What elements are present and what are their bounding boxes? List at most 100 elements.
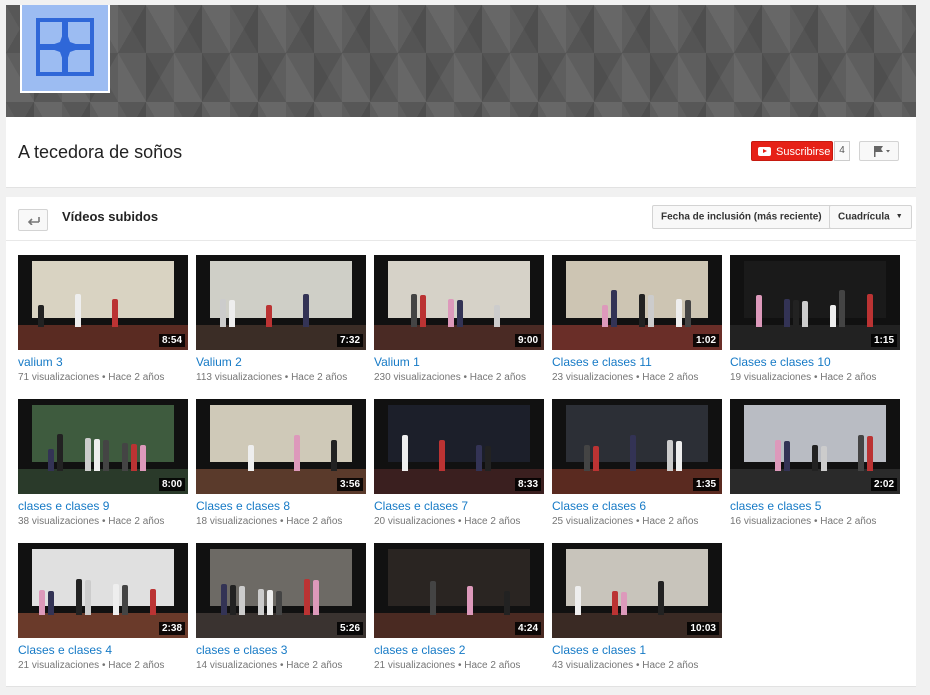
video-title[interactable]: Clases e clases 4: [18, 643, 188, 657]
stage-figure: [812, 445, 818, 472]
meta-separator: •: [457, 516, 462, 527]
stage-figure: [775, 440, 781, 472]
video-thumbnail[interactable]: 8:33: [374, 399, 544, 494]
stage-figure: [476, 445, 482, 472]
video-title[interactable]: valium 3: [18, 355, 188, 369]
sort-dropdown[interactable]: Fecha de inclusión (más reciente)▼: [652, 205, 844, 229]
stage-figure: [685, 300, 691, 328]
upload-age: Hace 2 años: [108, 516, 165, 527]
stage-figure: [658, 581, 664, 616]
view-dropdown[interactable]: Cuadrícula ▼: [829, 205, 912, 229]
video-title[interactable]: Clases e clases 8: [196, 499, 366, 513]
video-thumbnail[interactable]: 2:38: [18, 543, 188, 638]
video-title[interactable]: Valium 1: [374, 355, 544, 369]
video-item[interactable]: 2:02 clases e clases 5 16 visualizacione…: [730, 399, 900, 528]
video-title[interactable]: clases e clases 5: [730, 499, 900, 513]
video-meta: 16 visualizaciones • Hace 2 años: [730, 515, 900, 528]
video-meta: 21 visualizaciones • Hace 2 años: [18, 659, 188, 672]
meta-separator: •: [635, 516, 640, 527]
flag-button[interactable]: [859, 141, 899, 161]
video-thumbnail[interactable]: 1:02: [552, 255, 722, 350]
back-button[interactable]: [18, 209, 48, 231]
stage-figure: [676, 441, 682, 472]
stage-figure: [313, 580, 319, 616]
video-duration: 8:00: [158, 478, 185, 491]
view-count: 20 visualizaciones: [374, 516, 456, 527]
stage-figure: [39, 590, 45, 616]
video-item[interactable]: 9:00 Valium 1 230 visualizaciones • Hace…: [374, 255, 544, 384]
video-item[interactable]: 4:24 clases e clases 2 21 visualizacione…: [374, 543, 544, 672]
video-item[interactable]: 10:03 Clases e clases 1 43 visualizacion…: [552, 543, 722, 672]
video-thumbnail[interactable]: 1:15: [730, 255, 900, 350]
video-thumbnail[interactable]: 9:00: [374, 255, 544, 350]
upload-age: Hace 2 años: [642, 516, 699, 527]
channel-logo-icon: [36, 18, 94, 76]
stage-figure: [94, 439, 100, 472]
video-title[interactable]: Clases e clases 11: [552, 355, 722, 369]
video-title[interactable]: clases e clases 3: [196, 643, 366, 657]
stage-backdrop: [565, 548, 709, 606]
stage-figure: [494, 305, 500, 328]
video-title[interactable]: Valium 2: [196, 355, 366, 369]
video-thumbnail[interactable]: 4:24: [374, 543, 544, 638]
video-meta: 230 visualizaciones • Hace 2 años: [374, 371, 544, 384]
channel-title[interactable]: A tecedora de soños: [18, 142, 182, 163]
view-count: 25 visualizaciones: [552, 516, 634, 527]
view-count: 38 visualizaciones: [18, 516, 100, 527]
stage-backdrop: [387, 404, 531, 462]
video-item[interactable]: 1:02 Clases e clases 11 23 visualizacion…: [552, 255, 722, 384]
upload-age: Hace 2 años: [642, 660, 699, 671]
view-count: 16 visualizaciones: [730, 516, 812, 527]
video-thumbnail[interactable]: 7:32: [196, 255, 366, 350]
video-item[interactable]: 8:54 valium 3 71 visualizaciones • Hace …: [18, 255, 188, 384]
stage-figure: [103, 440, 109, 472]
video-thumbnail[interactable]: 8:54: [18, 255, 188, 350]
video-item[interactable]: 1:15 Clases e clases 10 19 visualizacion…: [730, 255, 900, 384]
video-meta: 113 visualizaciones • Hace 2 años: [196, 371, 366, 384]
stage-figure: [439, 440, 445, 472]
video-title[interactable]: Clases e clases 1: [552, 643, 722, 657]
video-duration: 1:02: [692, 334, 719, 347]
video-item[interactable]: 8:00 clases e clases 9 38 visualizacione…: [18, 399, 188, 528]
stage-figure: [411, 294, 417, 328]
video-thumbnail[interactable]: 10:03: [552, 543, 722, 638]
stage-figure: [150, 589, 156, 616]
video-title[interactable]: Clases e clases 6: [552, 499, 722, 513]
video-title[interactable]: clases e clases 2: [374, 643, 544, 657]
video-title[interactable]: Clases e clases 7: [374, 499, 544, 513]
meta-separator: •: [813, 372, 818, 383]
upload-age: Hace 2 años: [291, 372, 348, 383]
video-title[interactable]: clases e clases 9: [18, 499, 188, 513]
video-thumbnail[interactable]: 3:56: [196, 399, 366, 494]
view-count: 21 visualizaciones: [18, 660, 100, 671]
video-item[interactable]: 7:32 Valium 2 113 visualizaciones • Hace…: [196, 255, 366, 384]
stage-figure: [420, 295, 426, 328]
channel-avatar[interactable]: [20, 5, 110, 93]
flag-icon: [874, 146, 890, 157]
video-item[interactable]: 2:38 Clases e clases 4 21 visualizacione…: [18, 543, 188, 672]
stage-figure: [85, 438, 91, 472]
video-thumbnail[interactable]: 1:35: [552, 399, 722, 494]
stage-figure: [85, 580, 91, 616]
video-duration: 5:26: [336, 622, 363, 635]
video-item[interactable]: 5:26 clases e clases 3 14 visualizacione…: [196, 543, 366, 672]
stage-figure: [676, 299, 682, 328]
video-thumbnail[interactable]: 8:00: [18, 399, 188, 494]
subscribe-button[interactable]: Suscribirse: [751, 141, 833, 161]
stage-figure: [294, 435, 300, 472]
video-thumbnail[interactable]: 2:02: [730, 399, 900, 494]
video-title[interactable]: Clases e clases 10: [730, 355, 900, 369]
video-duration: 2:38: [158, 622, 185, 635]
video-item[interactable]: 3:56 Clases e clases 8 18 visualizacione…: [196, 399, 366, 528]
meta-separator: •: [279, 660, 284, 671]
view-count: 113 visualizaciones: [196, 372, 282, 383]
stage-figure: [648, 295, 654, 328]
video-duration: 3:56: [336, 478, 363, 491]
video-item[interactable]: 8:33 Clases e clases 7 20 visualizacione…: [374, 399, 544, 528]
video-thumbnail[interactable]: 5:26: [196, 543, 366, 638]
stage-figure: [220, 299, 226, 328]
stage-figure: [784, 299, 790, 328]
video-meta: 21 visualizaciones • Hace 2 años: [374, 659, 544, 672]
video-item[interactable]: 1:35 Clases e clases 6 25 visualizacione…: [552, 399, 722, 528]
stage-figure: [756, 295, 762, 328]
